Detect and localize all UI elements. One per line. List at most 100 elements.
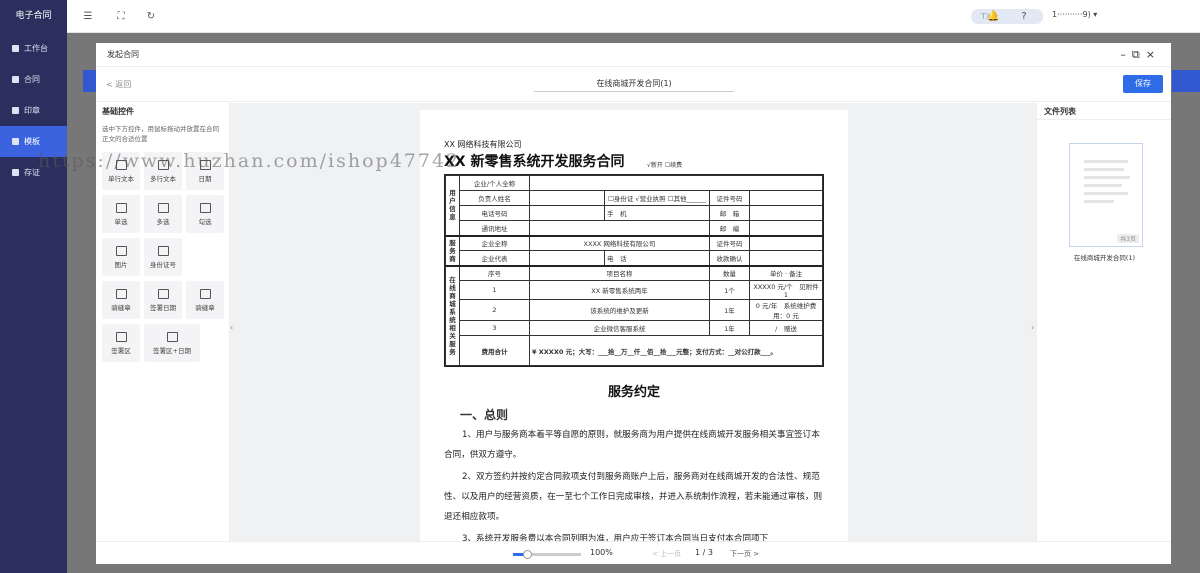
prev-page-button[interactable]: < 上一页 [652, 549, 681, 559]
contract-info-table: 用户信息 企业/个人全称 负责人姓名 ☐身份证 √营业执照 ☐其他______ 证件号… [444, 174, 824, 367]
window-controls: –⧉× [1120, 43, 1161, 67]
control-seam-seal[interactable]: 骑缝章 [186, 281, 224, 319]
table-cell [749, 190, 823, 206]
user-menu[interactable]: 1··········9) ▾ [1052, 10, 1097, 19]
menu-fold-icon[interactable]: ☰ [82, 11, 94, 23]
table-cell [749, 234, 823, 251]
table-cell: 企业微信客服系统 [529, 320, 710, 336]
control-label: 多选 [156, 217, 170, 226]
next-page-button[interactable]: 下一页 > [730, 549, 759, 559]
help-icon[interactable]: ? [1018, 11, 1030, 23]
section-heading: 服务约定 [607, 385, 660, 400]
collapse-left-icon[interactable]: ‹ [230, 323, 238, 337]
table-cell: 证件号码 [709, 234, 750, 251]
table-cell: 该系统的维护及更新 [529, 299, 710, 321]
table-header-cell: 数量 [709, 264, 750, 281]
table-row: 2 该系统的维护及更新 1年 0 元/年 系统维护费用：0 元 [446, 299, 823, 321]
list-icon [115, 202, 127, 213]
control-image[interactable]: 图片 [102, 238, 140, 276]
fullscreen-icon[interactable]: ⛶ [115, 11, 127, 23]
start-contract-modal: 发起合同 –⧉× < 返回 在线商城开发合同(1) 保存 基础控件 选中下方控件… [96, 43, 1171, 564]
sidebar-item-seal[interactable]: 印章 [0, 95, 67, 126]
table-row: 电话号码 手 机邮 箱 [446, 205, 823, 221]
thumb-line [1084, 192, 1128, 195]
refresh-icon[interactable]: ↻ [145, 11, 157, 23]
document-seal-icon [199, 288, 211, 299]
table-cell: ☐身份证 √营业执照 ☐其他______ [604, 190, 710, 206]
maximize-icon[interactable]: ⧉ [1132, 48, 1146, 61]
control-label: 勾选 [198, 217, 212, 226]
save-button[interactable]: 保存 [1123, 75, 1163, 93]
table-cell: XX 新零售系统两年 [529, 280, 710, 300]
table-cell: 1个 [709, 280, 750, 300]
minimize-icon[interactable]: – [1120, 48, 1132, 61]
control-label: 签署区 [111, 346, 131, 355]
control-sign-area[interactable]: 签署区 [102, 324, 140, 362]
modal-toolbar: < 返回 在线商城开发合同(1) 保存 [96, 67, 1171, 102]
table-cell [529, 205, 605, 221]
bell-icon[interactable]: 🔔 [987, 11, 999, 23]
table-cell: 收款确认 [709, 250, 750, 266]
app-title: 电子合同 [0, 0, 67, 33]
org-switcher[interactable]: TX ▾ [971, 9, 1043, 24]
id-card-icon [157, 245, 169, 256]
control-id-number[interactable]: 身份证号 [144, 238, 182, 276]
control-label: 签署日期 [150, 303, 176, 312]
control-radio[interactable]: 单选 [102, 195, 140, 233]
checklist-icon [157, 202, 169, 213]
control-multi-select[interactable]: 多选 [144, 195, 182, 233]
table-cell: 证件号码 [709, 190, 750, 206]
sidebar-item-workbench[interactable]: 工作台 [0, 33, 67, 64]
sidebar-item-label: 工作台 [24, 44, 48, 53]
control-note-seal[interactable]: 骑缝章 [102, 281, 140, 319]
table-row: 在线商城系统相关服务 序号 项目名称 数量 单价 · 备注 [445, 264, 823, 366]
collapse-right-icon[interactable]: › [1031, 323, 1034, 332]
control-label: 图片 [114, 260, 128, 269]
controls-tip: 选中下方控件，用鼠标拖动并放置在合同正文的合适位置 [102, 125, 219, 143]
contract-name-field[interactable]: 在线商城开发合同(1) [534, 76, 734, 92]
thumb-line [1084, 176, 1130, 179]
table-row: 1 XX 新零售系统两年 1个 XXXX0 元/个 见附件 1 [446, 280, 823, 300]
table-header-cell: 项目名称 [529, 264, 710, 281]
zoom-slider[interactable] [513, 550, 581, 559]
file-list-panel: 文件列表 共3页 在线商城开发合同(1) [1036, 103, 1171, 541]
zoom-slider-handle[interactable] [522, 550, 532, 559]
section-label: 服务商 [445, 234, 460, 266]
checkbox-icon [199, 202, 211, 213]
sidebar-item-label: 印章 [24, 106, 40, 115]
control-sign-area-date[interactable]: 签署区+日期 [144, 324, 200, 362]
cell-text: 系统维护费用：0 元 [773, 302, 817, 320]
table-header-cell: 序号 [459, 264, 530, 281]
table-cell: 电话号码 [459, 205, 530, 221]
topbar: ☰ ⛶ ↻ TX ▾ 🔔 ? 1··········9) ▾ [67, 0, 1200, 33]
cell-text: XXXX0 元/个 [753, 283, 793, 291]
control-label: 单选 [114, 217, 128, 226]
control-label: 骑缝章 [111, 303, 131, 312]
control-checkbox[interactable]: 勾选 [186, 195, 224, 233]
file-thumbnail[interactable]: 共3页 [1069, 143, 1143, 247]
table-cell: 企业代表 [459, 250, 530, 266]
close-icon[interactable]: × [1146, 48, 1161, 61]
table-row: 3 企业微信客服系统 1年 / 赠送 [446, 320, 823, 336]
sidebar: 电子合同 工作台 合同 印章 模板 存证 [0, 0, 67, 573]
subsection-heading: 一、总则 [460, 408, 509, 422]
background-button [83, 70, 97, 92]
seal-icon [12, 107, 19, 114]
control-sign-date[interactable]: 签署日期 [144, 281, 182, 319]
zoom-level: 100% [590, 548, 613, 557]
paragraph: 1、用户与服务商本着平等自愿的原则，就服务商为用户提供在线商城开发服务相关事宜签… [444, 430, 820, 460]
table-row: 服务商 企业全称 XXXX 网络科技有限公司 证件号码 [445, 234, 823, 266]
sidebar-item-contract[interactable]: 合同 [0, 64, 67, 95]
table-cell [749, 220, 823, 236]
file-name: 在线商城开发合同(1) [1073, 254, 1136, 262]
table-cell: 3 [459, 320, 530, 336]
table-cell: 2 [459, 299, 530, 321]
person-icon [115, 331, 127, 342]
table-cell: 企业/个人全称 [459, 175, 530, 191]
page-indicator: 1 / 3 [695, 548, 713, 557]
table-cell [529, 190, 605, 206]
table-cell: 负责人姓名 [459, 190, 530, 206]
section-label: 用户信息 [445, 175, 460, 236]
workbench-icon [12, 45, 19, 52]
back-link[interactable]: < 返回 [106, 79, 131, 90]
